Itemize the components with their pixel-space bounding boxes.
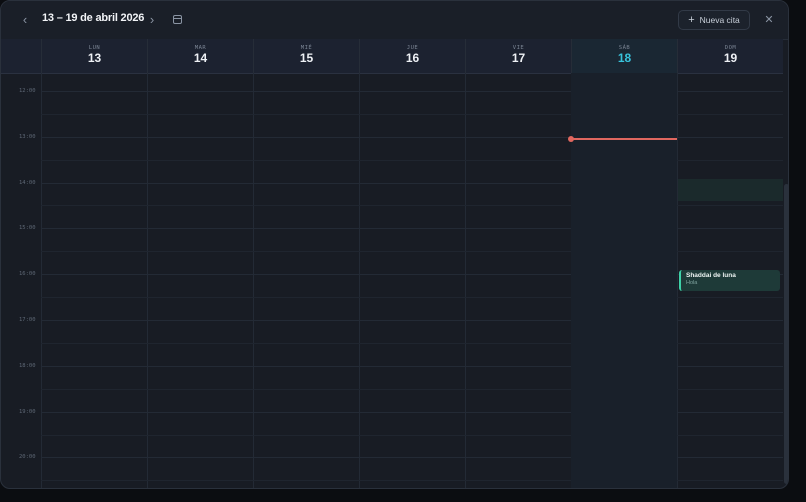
event-subtitle: Hola xyxy=(686,280,698,286)
hour-label: 17:00 xyxy=(19,317,36,323)
day-column-header[interactable]: LUN 13 xyxy=(41,39,147,73)
hour-label: 16:00 xyxy=(19,271,36,278)
new-appointment-button[interactable]: + Nueva cita xyxy=(678,10,750,30)
column-divider xyxy=(677,73,678,488)
new-appointment-label: Nueva cita xyxy=(699,15,740,25)
time-grid[interactable]: Shaddai de luna Hola 12:00 13:00 14:00 15:0… xyxy=(1,73,783,488)
calendar-window: ‹ 13 – 19 de abril 2026 › + Nueva cita ✕… xyxy=(0,0,789,489)
day-number: 19 xyxy=(723,51,738,65)
day-column-header[interactable]: VIE 17 xyxy=(465,39,571,73)
column-divider xyxy=(359,73,360,488)
event-title: Shaddai de luna xyxy=(686,272,736,279)
plus-icon: + xyxy=(688,14,695,26)
column-divider xyxy=(253,73,254,488)
hour-label: 15:00 xyxy=(19,225,36,232)
toolbar: ‹ 13 – 19 de abril 2026 › + Nueva cita ✕ xyxy=(1,1,788,40)
date-range-title: 13 – 19 de abril 2026 xyxy=(42,12,145,24)
current-time-line xyxy=(571,138,677,140)
event-card[interactable]: Shaddai de luna Hola xyxy=(679,270,780,291)
day-number: 15 xyxy=(299,51,314,65)
day-column-header[interactable]: MIÉ 15 xyxy=(253,39,359,73)
calendar-icon[interactable] xyxy=(173,15,182,24)
chevron-right-icon[interactable]: › xyxy=(143,11,161,29)
day-column-header[interactable]: MAR 14 xyxy=(147,39,253,73)
today-column xyxy=(571,73,677,488)
day-number: 13 xyxy=(87,51,102,65)
hour-label: 20:00 xyxy=(19,454,36,461)
day-column-header[interactable]: DOM 19 xyxy=(677,39,783,73)
hour-label: 19:00 xyxy=(19,408,36,415)
week-day-header: LUN 13 MAR 14 MIÉ 15 JUE 16 VIE 17 SÁB 18 DOM 19 xyxy=(1,39,783,74)
column-divider xyxy=(465,73,466,488)
close-icon[interactable]: ✕ xyxy=(763,12,775,28)
current-time-dot xyxy=(568,136,574,142)
hour-label: 13:00 xyxy=(19,133,36,140)
hour-label: 18:00 xyxy=(19,362,36,369)
hour-label: 14:00 xyxy=(19,179,36,186)
hour-label: 12:00 xyxy=(19,88,36,94)
column-divider xyxy=(147,73,148,488)
day-column-header[interactable]: JUE 16 xyxy=(359,39,465,73)
chevron-left-icon[interactable]: ‹ xyxy=(16,11,34,29)
vertical-scrollbar[interactable] xyxy=(784,184,788,484)
day-number: 14 xyxy=(193,51,208,65)
hover-slot[interactable] xyxy=(678,179,783,201)
column-divider xyxy=(41,73,42,488)
day-number: 18 xyxy=(617,51,632,65)
day-column-header[interactable]: SÁB 18 xyxy=(571,39,677,73)
day-number: 17 xyxy=(511,51,526,65)
day-number: 16 xyxy=(405,51,420,65)
